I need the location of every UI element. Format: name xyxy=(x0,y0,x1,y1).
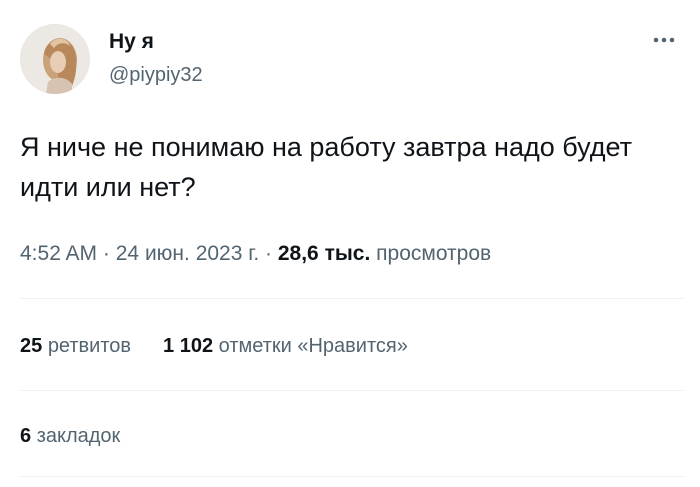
retweets-count: 25 xyxy=(20,335,43,357)
avatar-image xyxy=(20,24,90,94)
divider xyxy=(20,476,684,477)
tweet-text: Я ниче не понимаю на работу завтра надо … xyxy=(20,132,632,202)
more-horizontal-icon xyxy=(653,37,675,43)
tweet: Ну я @piypiy32 Я ниче не понимаю на рабо… xyxy=(0,0,700,487)
engagement-stats: 25 ретвитов 1 102 отметки «Нравится» xyxy=(20,333,408,359)
likes-count: 1 102 xyxy=(163,335,214,357)
retweets-label: ретвитов xyxy=(47,335,132,357)
avatar[interactable] xyxy=(20,24,90,94)
tweet-date[interactable]: 24 июн. 2023 г. xyxy=(116,242,259,265)
likes-label: отметки «Нравится» xyxy=(218,335,408,357)
likes-stat[interactable]: 1 102 отметки «Нравится» xyxy=(163,333,408,359)
divider xyxy=(20,390,684,391)
tweet-time[interactable]: 4:52 AM xyxy=(20,242,97,265)
separator: · xyxy=(102,242,110,265)
bookmarks-stat[interactable]: 6 закладок xyxy=(20,423,120,449)
tweet-meta: 4:52 AM · 24 июн. 2023 г. · 28,6 тыс. пр… xyxy=(20,240,491,268)
divider xyxy=(20,298,684,299)
retweets-stat[interactable]: 25 ретвитов xyxy=(20,333,131,359)
views-count: 28,6 тыс. xyxy=(277,242,371,265)
bookmarks-count: 6 xyxy=(20,425,32,447)
separator: · xyxy=(265,242,273,265)
bookmarks-label: закладок xyxy=(36,425,121,447)
handle[interactable]: @piypiy32 xyxy=(109,63,203,87)
display-name[interactable]: Ну я xyxy=(109,30,154,54)
more-button[interactable] xyxy=(650,28,680,48)
views-label: просмотров xyxy=(376,242,492,265)
